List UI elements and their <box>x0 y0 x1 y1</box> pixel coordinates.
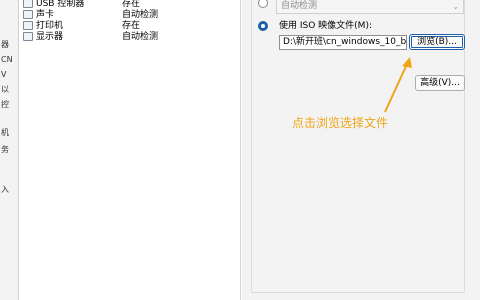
left-nav-strip: 器 CN V 以 控 机 务 入 <box>0 0 19 300</box>
browse-button[interactable]: 浏览(B)... <box>409 34 465 50</box>
sound-card-icon <box>23 10 33 19</box>
annotation-text: 点击浏览选择文件 <box>292 116 389 130</box>
left-strip-glyph: 机 <box>1 128 9 137</box>
iso-path-input[interactable]: D:\新开班\cn_windows_10_bus <box>279 35 407 50</box>
printer-icon <box>23 21 33 30</box>
left-strip-glyph: 入 <box>1 185 9 194</box>
hardware-row-display[interactable]: 显示器 自动检测 <box>21 31 237 43</box>
physical-drive-select[interactable]: 自动检测 ⌄ <box>276 0 464 14</box>
iso-image-label: 使用 ISO 映像文件(M): <box>279 21 372 31</box>
cd-settings-panel: 自动检测 ⌄ 使用 ISO 映像文件(M): D:\新开班\cn_windows… <box>242 0 480 300</box>
left-strip-glyph: V <box>1 70 7 79</box>
left-strip-glyph: 务 <box>1 145 9 154</box>
chevron-down-icon: ⌄ <box>452 2 459 11</box>
left-strip-glyph: CN <box>1 55 13 64</box>
left-strip-glyph: 以 <box>1 85 9 94</box>
left-strip-glyph: 器 <box>1 40 9 49</box>
hardware-name: 显示器 <box>36 32 64 42</box>
usb-controller-icon <box>23 0 33 8</box>
hardware-status: 自动检测 <box>122 32 159 42</box>
connection-group: 自动检测 ⌄ 使用 ISO 映像文件(M): D:\新开班\cn_windows… <box>251 0 465 293</box>
physical-drive-select-value: 自动检测 <box>281 1 318 11</box>
vm-settings-window: 器 CN V 以 控 机 务 入 USB 控制器 存在 声卡 自动检测 打印机 … <box>0 0 480 300</box>
advanced-button[interactable]: 高级(V)... <box>415 75 465 91</box>
iso-image-radio[interactable] <box>258 21 268 31</box>
display-icon <box>23 32 33 41</box>
physical-drive-radio[interactable] <box>258 0 268 8</box>
left-strip-glyph: 控 <box>1 100 9 109</box>
hardware-list: USB 控制器 存在 声卡 自动检测 打印机 存在 显示器 自动检测 <box>19 0 241 300</box>
